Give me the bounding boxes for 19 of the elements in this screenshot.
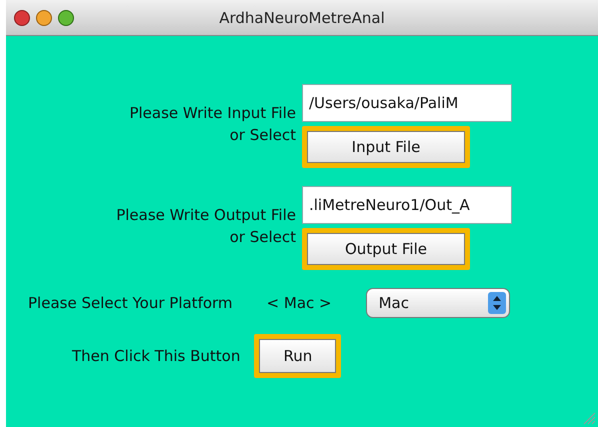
resize-grip-icon[interactable] [582, 411, 596, 425]
output-file-field[interactable]: .liMetreNeuro1/Out_A [302, 186, 512, 224]
run-label: Then Click This Button [72, 347, 240, 365]
output-file-button[interactable]: Output File [302, 228, 470, 270]
output-file-label: Please Write Output File [116, 205, 296, 224]
window-title: ArdhaNeuroMetreAnal [219, 8, 385, 26]
platform-label: Please Select Your Platform [28, 294, 233, 312]
run-button[interactable]: Run [254, 334, 342, 378]
platform-dropdown[interactable]: Mac [366, 288, 510, 318]
or-select-label: or Select [230, 126, 296, 146]
current-platform: < Mac > [266, 294, 332, 312]
minimize-icon[interactable] [36, 10, 52, 26]
input-file-field[interactable]: /Users/ousaka/PaliM [302, 84, 512, 122]
input-file-label: Please Write Input File [129, 103, 296, 122]
zoom-icon[interactable] [58, 10, 74, 26]
up-down-arrows-icon [488, 292, 506, 314]
close-icon[interactable] [14, 10, 30, 26]
input-file-button[interactable]: Input File [302, 126, 470, 168]
or-select-label: or Select [230, 228, 296, 248]
